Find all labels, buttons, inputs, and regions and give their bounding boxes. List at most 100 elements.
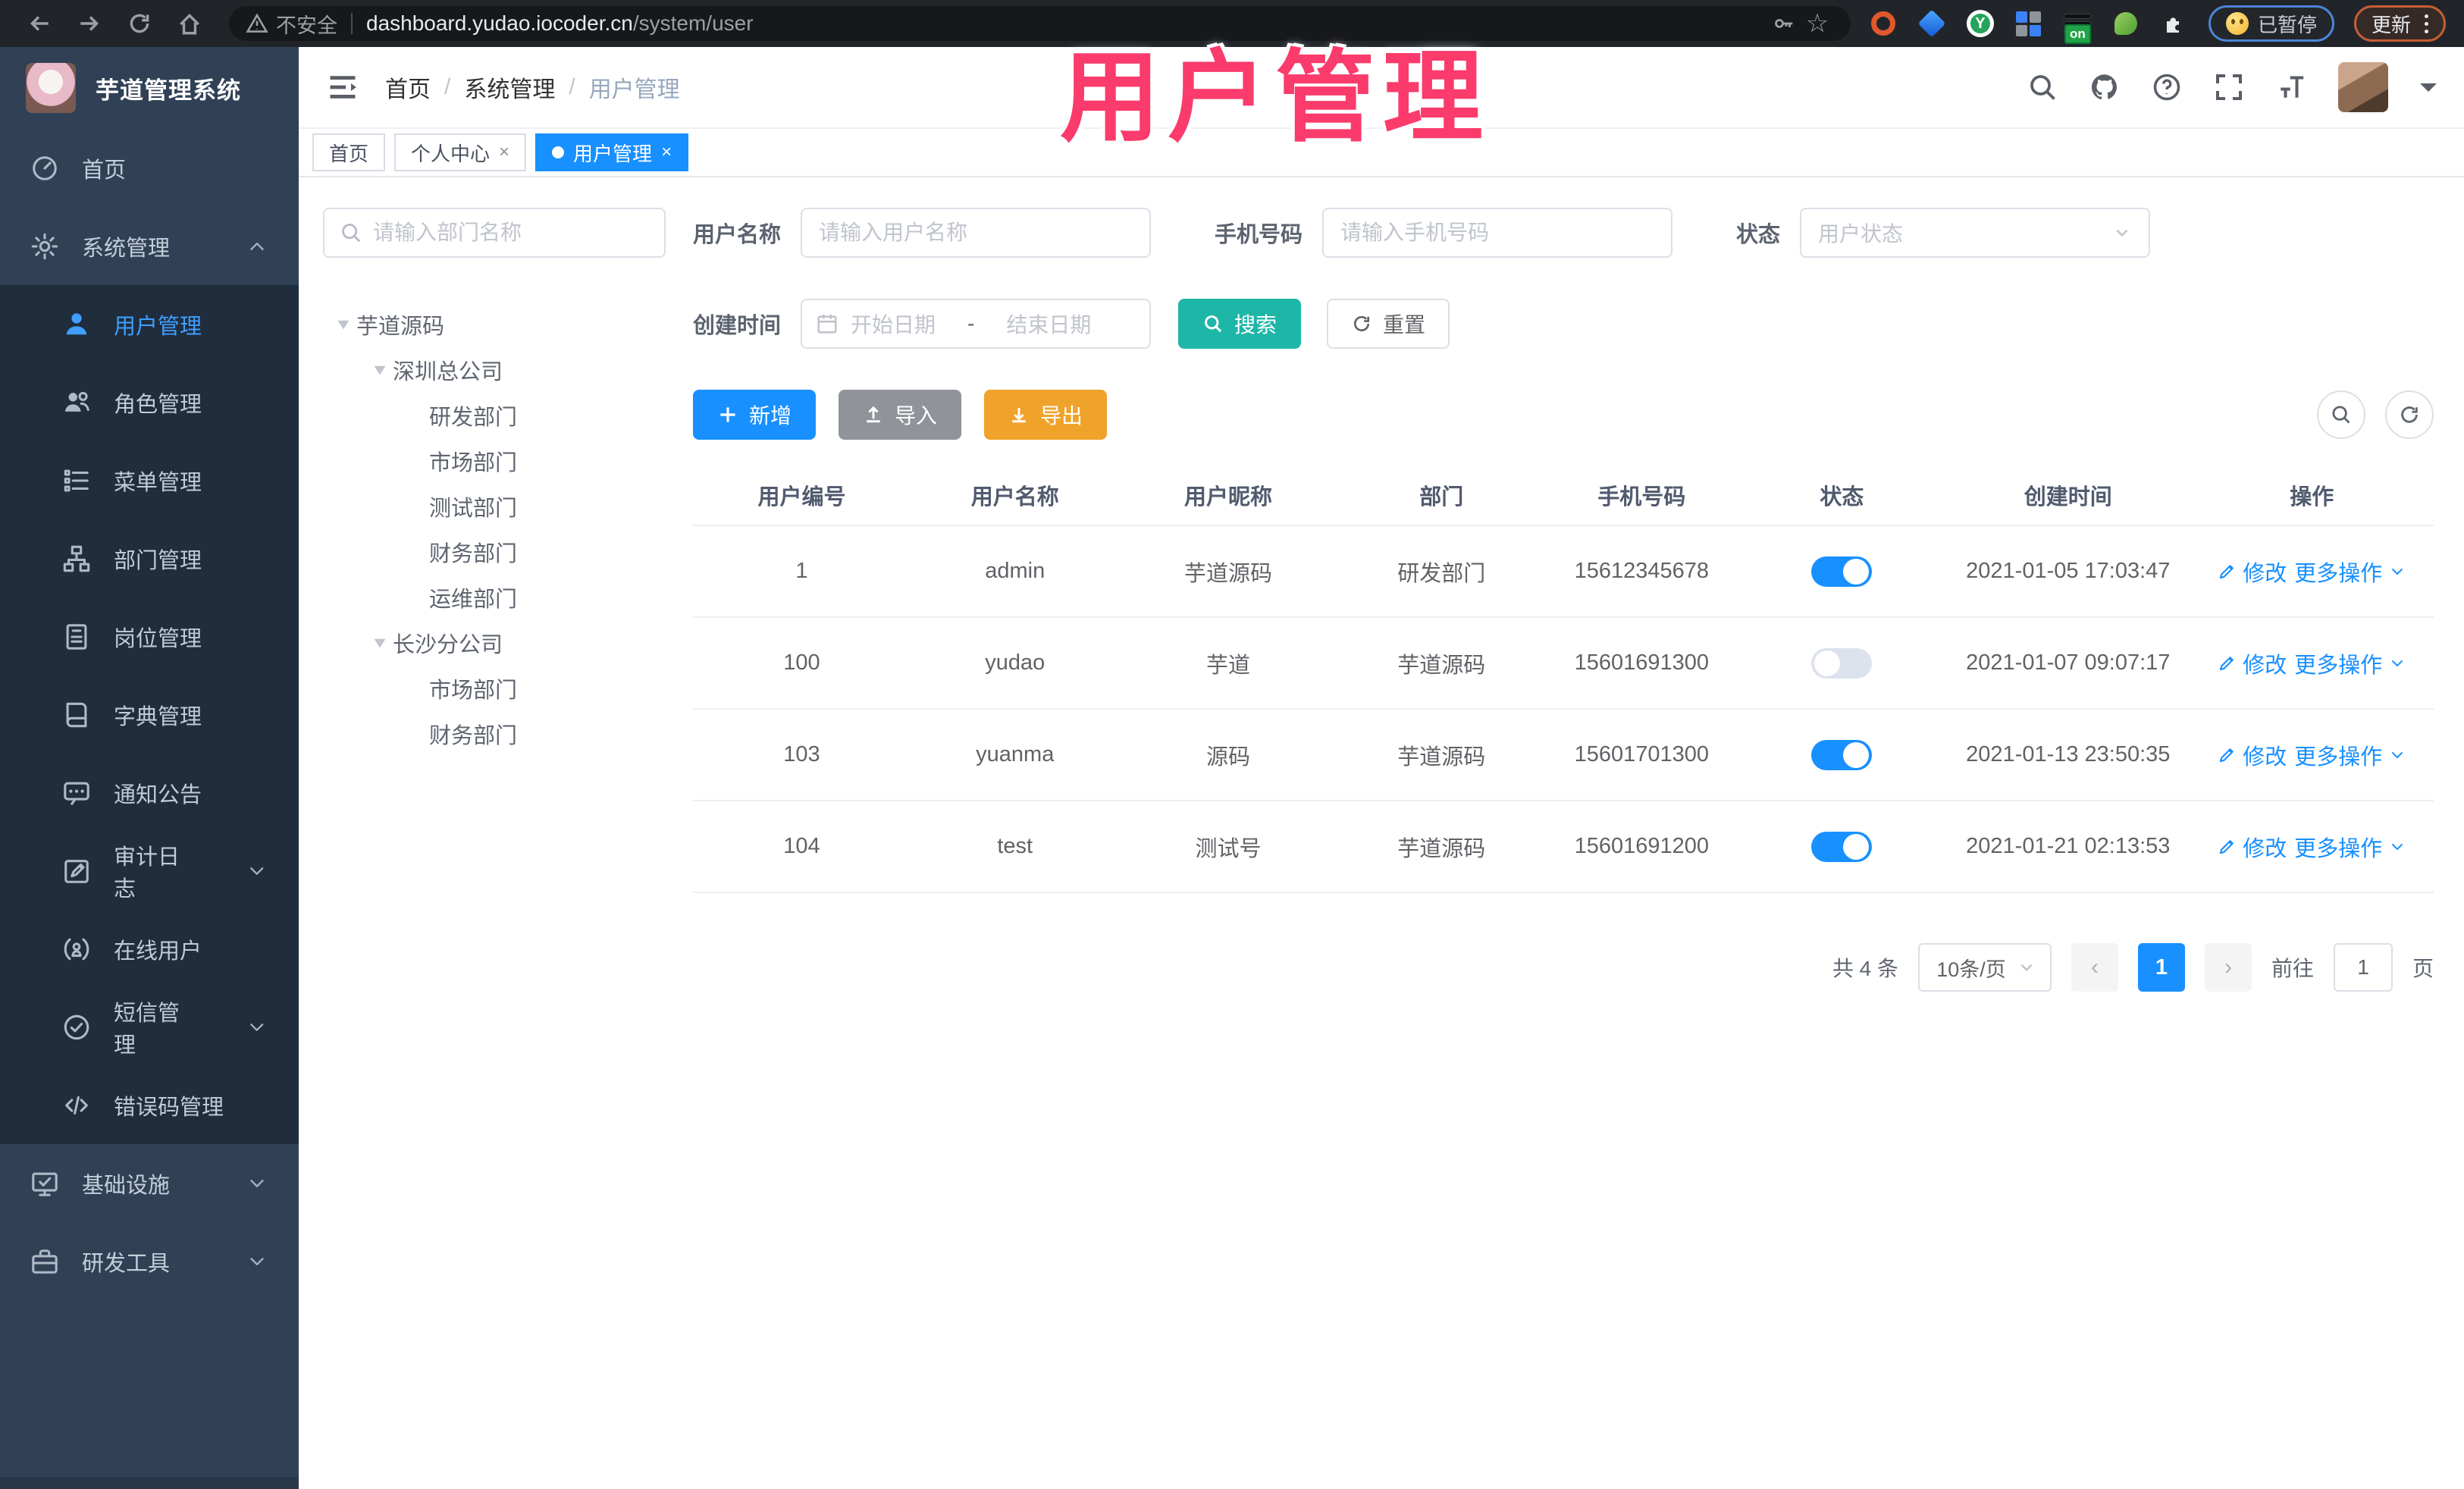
extensions-puzzle-icon[interactable] xyxy=(2160,9,2189,38)
sidebar-item-gear[interactable]: 系统管理 xyxy=(0,207,299,285)
password-key-icon[interactable] xyxy=(1767,5,1801,42)
more-actions-link[interactable]: 更多操作 xyxy=(2294,556,2406,588)
avatar-caret-icon[interactable] xyxy=(2420,83,2437,100)
tree-caret-icon[interactable] xyxy=(331,312,356,337)
profile-paused-badge[interactable]: 已暂停 xyxy=(2208,5,2334,42)
edit-link[interactable]: 修改 xyxy=(2217,831,2287,863)
fullscreen-icon[interactable] xyxy=(2214,72,2244,102)
more-actions-link[interactable]: 更多操作 xyxy=(2294,739,2406,771)
prev-page-button[interactable]: ‹ xyxy=(2071,943,2118,992)
browser-back-icon[interactable] xyxy=(18,5,61,42)
department-search[interactable] xyxy=(323,208,666,258)
sidebar-item-check[interactable]: 短信管理 xyxy=(0,988,299,1066)
tab-首页[interactable]: 首页 xyxy=(312,133,386,171)
refresh-circle-button[interactable] xyxy=(2385,390,2434,439)
sidebar-item-users[interactable]: 角色管理 xyxy=(0,363,299,441)
tree-node[interactable]: 运维部门 xyxy=(323,575,666,620)
status-toggle[interactable] xyxy=(1811,831,1873,862)
ext-orange-icon[interactable] xyxy=(1869,9,1898,38)
username-input[interactable] xyxy=(801,208,1152,258)
sidebar-bottom-strip xyxy=(0,1477,299,1489)
tree-node[interactable]: 财务部门 xyxy=(323,711,666,757)
sidebar-item-label: 角色管理 xyxy=(114,392,202,417)
tree-caret-icon[interactable] xyxy=(367,357,393,383)
tree-node[interactable]: 长沙分公司 xyxy=(323,620,666,666)
current-page-button[interactable]: 1 xyxy=(2137,943,2185,992)
breadcrumb-home[interactable]: 首页 xyxy=(385,71,431,104)
sidebar-item-editlog[interactable]: 审计日志 xyxy=(0,832,299,910)
address-bar[interactable]: 不安全 dashboard.yudao.iocoder.cn/system/us… xyxy=(229,6,1851,41)
page-size-select[interactable]: 10条/页 xyxy=(1917,943,2052,992)
browser-home-icon[interactable] xyxy=(168,5,211,42)
date-range-picker[interactable]: 开始日期 - 结束日期 xyxy=(801,299,1152,349)
bookmark-star-icon[interactable]: ☆ xyxy=(1801,5,1834,42)
tab-用户管理[interactable]: 用户管理 × xyxy=(535,133,689,171)
edit-link[interactable]: 修改 xyxy=(2217,556,2287,588)
show-search-circle-button[interactable] xyxy=(2317,390,2365,439)
status-toggle[interactable] xyxy=(1811,556,1873,587)
goto-page-input[interactable] xyxy=(2333,943,2393,992)
close-icon[interactable]: × xyxy=(499,142,509,163)
sidebar-item-tree[interactable]: 部门管理 xyxy=(0,519,299,597)
tree-node[interactable]: 财务部门 xyxy=(323,529,666,575)
sidebar-item-tool[interactable]: 研发工具 xyxy=(0,1222,299,1300)
breadcrumb-system[interactable]: 系统管理 xyxy=(464,71,555,104)
add-button[interactable]: 新增 xyxy=(693,390,817,440)
status-toggle[interactable] xyxy=(1811,647,1873,679)
import-button[interactable]: 导入 xyxy=(839,390,962,440)
ext-green-y-icon[interactable]: Y xyxy=(1966,9,1995,38)
sidebar-item-badge[interactable]: 岗位管理 xyxy=(0,597,299,676)
tree-node[interactable]: 市场部门 xyxy=(323,438,666,484)
sidebar-item-chat[interactable]: 通知公告 xyxy=(0,754,299,832)
edit-link[interactable]: 修改 xyxy=(2217,739,2287,771)
sidebar-item-monitor[interactable]: 基础设施 xyxy=(0,1144,299,1222)
sidebar-item-list[interactable]: 菜单管理 xyxy=(0,441,299,519)
tree-node[interactable]: 市场部门 xyxy=(323,666,666,711)
status-select[interactable]: 用户状态 xyxy=(1800,208,2151,258)
browser-reload-icon[interactable] xyxy=(118,5,161,42)
tab-个人中心[interactable]: 个人中心 × xyxy=(394,133,527,171)
chrome-update-button[interactable]: 更新 xyxy=(2353,5,2446,42)
more-actions-link[interactable]: 更多操作 xyxy=(2294,647,2406,679)
ext-leaf-key-icon[interactable] xyxy=(2111,9,2140,38)
ext-switch-on-icon[interactable]: on xyxy=(2063,9,2092,44)
next-page-button[interactable]: › xyxy=(2204,943,2252,992)
close-icon[interactable]: × xyxy=(661,142,672,163)
more-actions-link[interactable]: 更多操作 xyxy=(2294,831,2406,863)
tree-node[interactable]: 深圳总公司 xyxy=(323,347,666,393)
tree-node-label: 财务部门 xyxy=(429,542,518,566)
sidebar-item-user[interactable]: 用户管理 xyxy=(0,285,299,363)
security-warning[interactable]: 不安全 xyxy=(246,9,337,39)
header-search-icon[interactable] xyxy=(2027,72,2058,102)
tree-caret-icon[interactable] xyxy=(367,630,393,656)
github-icon[interactable] xyxy=(2089,72,2120,102)
tree-icon xyxy=(62,544,91,573)
sidebar-collapse-icon[interactable] xyxy=(326,71,359,104)
monitor-icon xyxy=(30,1169,59,1198)
table-cell: yuanma xyxy=(976,742,1055,766)
status-toggle[interactable] xyxy=(1811,739,1873,770)
browser-menu-icon[interactable] xyxy=(2425,14,2428,33)
user-avatar[interactable] xyxy=(2338,62,2388,112)
department-search-input[interactable] xyxy=(373,221,649,245)
sidebar-item-online[interactable]: 在线用户 xyxy=(0,910,299,988)
sidebar-item-book[interactable]: 字典管理 xyxy=(0,676,299,754)
font-size-icon[interactable] xyxy=(2276,72,2306,102)
app-logo[interactable]: 芋道管理系统 xyxy=(0,47,299,129)
tree-node[interactable]: 芋道源码 xyxy=(323,302,666,347)
mobile-input[interactable] xyxy=(1322,208,1673,258)
browser-forward-icon[interactable] xyxy=(68,5,111,42)
tree-node[interactable]: 测试部门 xyxy=(323,484,666,529)
sidebar-item-home[interactable]: 首页 xyxy=(0,129,299,207)
export-button[interactable]: 导出 xyxy=(984,390,1108,440)
ext-squares-icon[interactable] xyxy=(2014,9,2043,38)
sidebar-item-label: 首页 xyxy=(82,158,127,183)
tree-node[interactable]: 研发部门 xyxy=(323,393,666,438)
help-icon[interactable] xyxy=(2152,72,2182,102)
filter-mobile: 手机号码 xyxy=(1215,208,1673,258)
sidebar-item-code[interactable]: 错误码管理 xyxy=(0,1066,299,1144)
search-button[interactable]: 搜索 xyxy=(1178,299,1302,349)
reset-button[interactable]: 重置 xyxy=(1327,299,1450,349)
edit-link[interactable]: 修改 xyxy=(2217,647,2287,679)
ext-kite-icon[interactable] xyxy=(1917,9,1946,38)
